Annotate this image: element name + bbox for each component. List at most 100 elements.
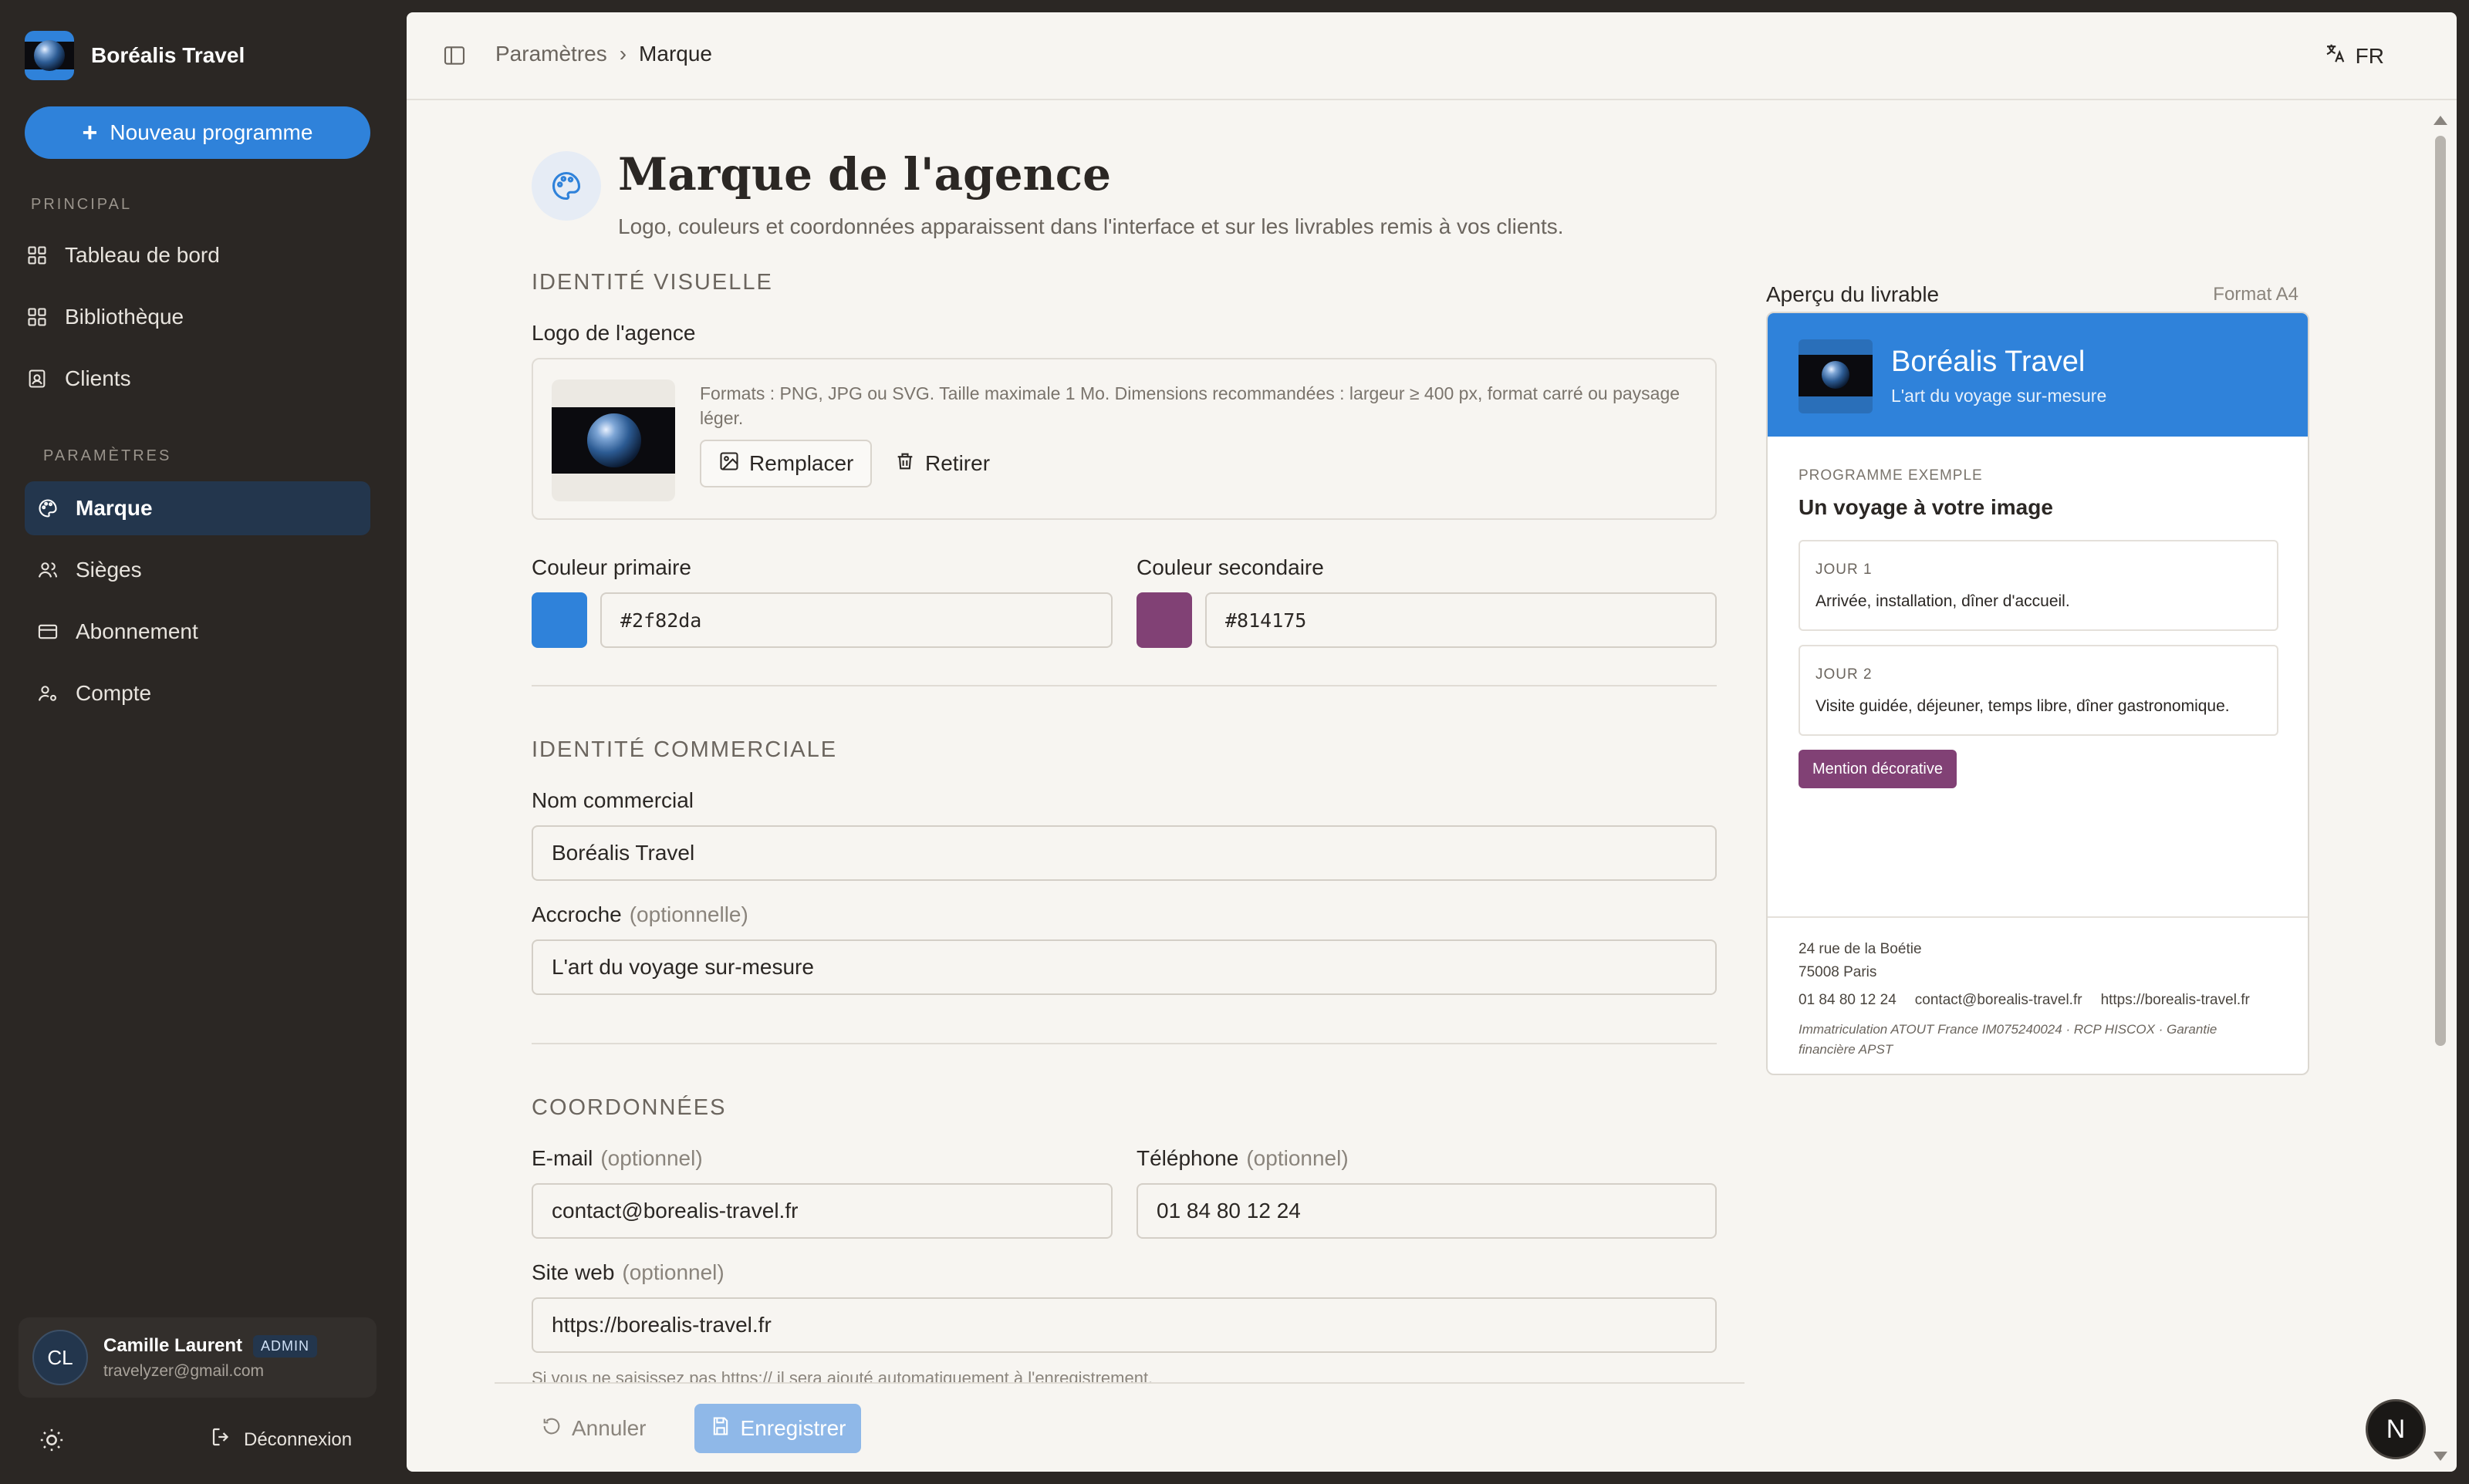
plus-icon: + — [82, 118, 98, 147]
section-title-main: PRINCIPAL — [31, 196, 133, 213]
sidebar-item-label: Marque — [76, 496, 153, 520]
logout-button[interactable]: Déconnexion — [210, 1425, 352, 1454]
section-heading-contact: COORDONNÉES — [532, 1095, 727, 1120]
logout-icon — [210, 1425, 233, 1454]
role-badge: ADMIN — [253, 1334, 318, 1358]
optional-hint: (optionnel) — [1246, 1146, 1349, 1170]
address-line: 24 rue de la Boétie — [1799, 941, 1922, 957]
save-button[interactable]: Enregistrer — [694, 1404, 861, 1453]
preview-tagline: L'art du voyage sur-mesure — [1891, 386, 2107, 406]
user-settings-icon — [37, 683, 59, 704]
sidebar-item-label: Clients — [65, 366, 131, 390]
new-program-button[interactable]: + Nouveau programme — [25, 106, 370, 159]
user-card[interactable]: CL Camille Laurent ADMIN travelyzer@gmai… — [19, 1317, 377, 1398]
replace-label: Remplacer — [749, 451, 854, 475]
sidebar-item-dashboard[interactable]: Tableau de bord — [25, 228, 370, 282]
palette-icon — [37, 497, 59, 519]
secondary-color-swatch[interactable] — [1137, 592, 1192, 648]
sidebar-item-label: Tableau de bord — [65, 243, 220, 267]
section-heading-visual: IDENTITÉ VISUELLE — [532, 270, 773, 295]
avatar: CL — [32, 1330, 88, 1385]
sidebar-item-subscription[interactable]: Abonnement — [25, 605, 370, 659]
day-label: JOUR 2 — [1815, 666, 1873, 683]
brand-logo — [25, 31, 74, 80]
translate-icon — [2323, 42, 2346, 70]
preview-day-card: JOUR 2 Visite guidée, déjeuner, temps li… — [1799, 645, 2278, 736]
new-program-label: Nouveau programme — [110, 120, 313, 144]
preview-program-title: Un voyage à votre image — [1799, 495, 2053, 519]
website-label: Site web (optionnel) — [532, 1260, 724, 1285]
sidebar-item-label: Abonnement — [76, 619, 198, 643]
sidebar-item-seats[interactable]: Sièges — [25, 543, 370, 597]
remove-logo-button[interactable]: Retirer — [877, 440, 1007, 487]
preview-kicker: PROGRAMME EXEMPLE — [1799, 467, 1983, 484]
trash-icon — [894, 450, 916, 477]
scrollbar[interactable] — [2430, 108, 2447, 1465]
palette-icon — [532, 151, 601, 221]
logo-label: Logo de l'agence — [532, 321, 696, 345]
tagline-input[interactable]: L'art du voyage sur-mesure — [532, 939, 1717, 995]
breadcrumb-parent[interactable]: Paramètres — [495, 42, 607, 66]
tagline-label-text: Accroche — [532, 902, 622, 926]
sidebar-item-library[interactable]: Bibliothèque — [25, 290, 370, 344]
phone-input[interactable]: 01 84 80 12 24 — [1137, 1183, 1717, 1239]
day-text: Visite guidée, déjeuner, temps libre, dî… — [1815, 697, 2230, 715]
preview-logo — [1799, 339, 1873, 413]
deliverable-preview: Boréalis Travel L'art du voyage sur-mesu… — [1766, 312, 2309, 1075]
primary-color-input[interactable]: #2f82da — [600, 592, 1113, 648]
cancel-label: Annuler — [572, 1416, 647, 1440]
optional-hint: (optionnelle) — [629, 902, 748, 926]
sidebar: Boréalis Travel + Nouveau programme PRIN… — [0, 0, 407, 1484]
image-edit-icon — [718, 450, 740, 477]
sidebar-item-label: Bibliothèque — [65, 305, 184, 329]
preview-contacts: 01 84 80 12 24 contact@borealis-travel.f… — [1799, 992, 2250, 1009]
contact-card-icon — [26, 368, 48, 390]
topbar: Paramètres › Marque FR — [407, 12, 2457, 100]
phone-label: Téléphone (optionnel) — [1137, 1146, 1349, 1171]
users-icon — [37, 559, 59, 581]
primary-color-label: Couleur primaire — [532, 555, 691, 579]
preview-legal: Immatriculation ATOUT France IM075240024… — [1799, 1022, 2217, 1057]
theme-toggle-icon[interactable] — [39, 1427, 65, 1453]
trade-name-input[interactable]: Boréalis Travel — [532, 825, 1717, 881]
assistant-button[interactable]: N — [2366, 1399, 2426, 1459]
section-heading-commercial: IDENTITÉ COMMERCIALE — [532, 737, 838, 762]
user-name-row: Camille Laurent ADMIN — [103, 1334, 318, 1358]
user-email: travelyzer@gmail.com — [103, 1361, 265, 1380]
optional-hint: (optionnel) — [600, 1146, 703, 1170]
preview-address: 24 rue de la Boétie 75008 Paris — [1799, 938, 1922, 984]
website-label-text: Site web — [532, 1260, 615, 1284]
save-label: Enregistrer — [740, 1416, 846, 1440]
sidebar-item-brand[interactable]: Marque — [25, 481, 370, 535]
decorative-badge: Mention décorative — [1799, 750, 1957, 788]
sidebar-toggle-icon[interactable] — [442, 43, 467, 68]
user-info: Camille Laurent ADMIN travelyzer@gmail.c… — [103, 1334, 318, 1381]
secondary-color-input[interactable]: #814175 — [1205, 592, 1717, 648]
user-name: Camille Laurent — [103, 1335, 243, 1356]
chevron-right-icon: › — [619, 42, 627, 66]
scroll-thumb[interactable] — [2435, 136, 2446, 1046]
logo-format-info: Formats : PNG, JPG ou SVG. Taille maxima… — [700, 383, 1680, 428]
sidebar-item-label: Compte — [76, 681, 152, 705]
sidebar-item-account[interactable]: Compte — [25, 666, 370, 720]
scroll-down-arrow[interactable] — [2434, 1452, 2447, 1461]
sidebar-item-clients[interactable]: Clients — [25, 352, 370, 406]
day-label: JOUR 1 — [1815, 562, 1873, 578]
preview-divider — [1768, 916, 2308, 918]
email-input[interactable]: contact@borealis-travel.fr — [532, 1183, 1113, 1239]
cancel-button[interactable]: Annuler — [532, 1404, 656, 1453]
preview-title: Aperçu du livrable — [1766, 282, 1940, 306]
primary-color-swatch[interactable] — [532, 592, 587, 648]
page-subtitle: Logo, couleurs et coordonnées apparaisse… — [618, 214, 1564, 238]
brand[interactable]: Boréalis Travel — [25, 31, 245, 80]
section-divider — [532, 1043, 1717, 1044]
preview-header: Boréalis Travel L'art du voyage sur-mesu… — [1768, 313, 2308, 437]
scroll-up-arrow[interactable] — [2434, 116, 2447, 125]
remove-label: Retirer — [925, 451, 991, 475]
language-switcher[interactable]: FR — [2323, 42, 2384, 70]
section-divider — [532, 685, 1717, 686]
replace-logo-button[interactable]: Remplacer — [700, 440, 873, 487]
preview-website: https://borealis-travel.fr — [2100, 992, 2250, 1008]
website-input[interactable]: https://borealis-travel.fr — [532, 1297, 1717, 1353]
sidebar-item-label: Sièges — [76, 558, 142, 582]
